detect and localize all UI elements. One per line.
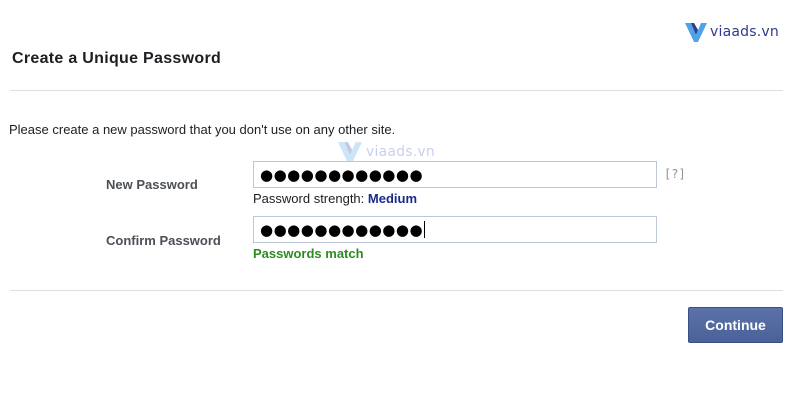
confirm-password-label: Confirm Password <box>106 233 221 248</box>
new-password-input[interactable]: ●●●●●●●●●●●● <box>253 161 657 188</box>
confirm-password-value: ●●●●●●●●●●●● <box>260 220 424 239</box>
footer-divider <box>10 290 783 291</box>
password-strength: Password strength: Medium <box>253 191 417 206</box>
new-password-value: ●●●●●●●●●●●● <box>260 165 424 184</box>
instruction-text: Please create a new password that you do… <box>9 122 396 137</box>
watermark-text: viaads.vn <box>366 144 435 160</box>
continue-button[interactable]: Continue <box>688 307 783 343</box>
confirm-password-input[interactable]: ●●●●●●●●●●●● <box>253 216 657 243</box>
text-caret <box>424 221 426 238</box>
brand-logo-text: viaads.vn <box>710 24 779 40</box>
password-help-link[interactable]: [?] <box>664 167 686 181</box>
brand-logo: viaads.vn <box>684 20 779 44</box>
passwords-match-message: Passwords match <box>253 246 364 261</box>
password-strength-value: Medium <box>367 191 418 206</box>
password-strength-prefix: Password strength: <box>253 191 365 206</box>
header-divider <box>10 90 783 91</box>
viaads-v-icon <box>685 23 707 42</box>
dialog-title: Create a Unique Password <box>12 50 222 67</box>
new-password-label: New Password <box>106 177 198 192</box>
